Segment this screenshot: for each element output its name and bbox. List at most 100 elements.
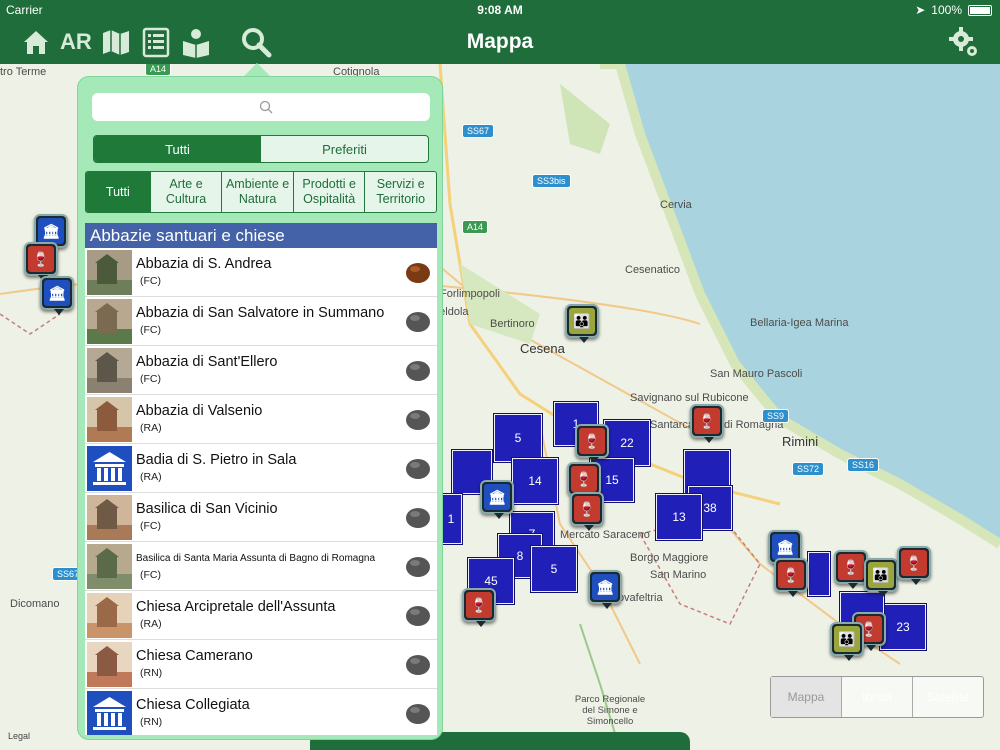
settings-gear-icon[interactable] bbox=[948, 26, 980, 58]
map-type-ibrida[interactable]: Ibrida bbox=[842, 677, 913, 717]
road-shield: SS3bis bbox=[532, 174, 571, 188]
favorite-chestnut-icon[interactable] bbox=[405, 603, 431, 627]
item-province: (FC) bbox=[140, 275, 161, 287]
list-item[interactable]: Chiesa Arcipretale dell'Assunta (RA) bbox=[85, 591, 437, 640]
item-name: Chiesa Collegiata bbox=[136, 697, 250, 713]
favorite-chestnut-icon[interactable] bbox=[405, 652, 431, 676]
filter-preferiti[interactable]: Preferiti bbox=[261, 136, 428, 162]
item-province: (FC) bbox=[140, 520, 161, 532]
map-cluster[interactable]: 5 bbox=[531, 546, 577, 592]
list-item[interactable]: Badia di S. Pietro in Sala (RA) bbox=[85, 444, 437, 493]
status-bar: Carrier 9:08 AM ➤ 100% bbox=[0, 0, 1000, 20]
map-cluster[interactable]: 5 bbox=[494, 414, 542, 462]
filter-tutti[interactable]: Tutti bbox=[94, 136, 261, 162]
road-shield: A14 bbox=[462, 220, 489, 234]
wine-icon: 🍷 bbox=[838, 554, 864, 580]
list-item[interactable]: Abbazia di Sant'Ellero (FC) bbox=[85, 346, 437, 395]
list-item[interactable]: Abbazia di S. Andrea (FC) bbox=[85, 248, 437, 297]
road-shield: SS16 bbox=[847, 458, 880, 472]
map-pin-products[interactable]: 🍷 bbox=[690, 404, 724, 443]
favorite-chestnut-icon[interactable] bbox=[405, 309, 431, 333]
map-place: Parco Regionale del Simone e Simoncello bbox=[574, 694, 646, 727]
thumbnail-image bbox=[87, 593, 132, 638]
list-item[interactable]: Basilica di San Vicinio (FC) bbox=[85, 493, 437, 542]
category-arte-cultura[interactable]: Arte e Cultura bbox=[151, 172, 223, 212]
battery-icon bbox=[968, 4, 992, 16]
map-pin-products[interactable]: 🍷 bbox=[570, 492, 604, 531]
list-item[interactable]: Abbazia di Valsenio (RA) bbox=[85, 395, 437, 444]
map-cluster[interactable] bbox=[808, 552, 830, 596]
item-province: (RA) bbox=[140, 618, 162, 630]
list-item[interactable]: Basilica di Santa Maria Assunta di Bagno… bbox=[85, 542, 437, 591]
map-pin-services[interactable]: 👪 bbox=[830, 622, 864, 661]
map-pin-culture[interactable]: 🏛 bbox=[480, 480, 514, 519]
page-title: Mappa bbox=[466, 30, 534, 53]
item-name: Abbazia di S. Andrea bbox=[136, 256, 272, 272]
road-shield: SS9 bbox=[762, 409, 790, 423]
favorite-chestnut-icon[interactable] bbox=[405, 554, 431, 578]
poi-list[interactable]: Abbazie santuari e chiese Abbazia di S. … bbox=[85, 223, 437, 735]
legal-link[interactable]: Legal bbox=[8, 731, 30, 741]
map-type-selector: Mappa Ibrida Satellite bbox=[770, 676, 984, 718]
favorite-chestnut-icon[interactable] bbox=[405, 260, 431, 284]
item-province: (FC) bbox=[140, 324, 161, 336]
section-header: Abbazie santuari e chiese bbox=[85, 223, 437, 248]
map-pin-products[interactable]: 🍷 bbox=[897, 546, 931, 585]
list-item[interactable]: Chiesa Collegiata (RN) bbox=[85, 689, 437, 735]
battery-percent: 100% bbox=[931, 3, 962, 17]
map-place: Bellaria-Igea Marina bbox=[750, 317, 849, 329]
map-pin-products[interactable]: 🍷 bbox=[575, 424, 609, 463]
map-type-mappa[interactable]: Mappa bbox=[771, 677, 842, 717]
map-pin-products[interactable]: 🍷 bbox=[834, 550, 868, 589]
family-icon: 👪 bbox=[834, 626, 860, 652]
favorite-chestnut-icon[interactable] bbox=[405, 407, 431, 431]
map-pin-services[interactable]: 👪 bbox=[864, 558, 898, 597]
map-place: tro Terme bbox=[0, 66, 47, 78]
item-name: Abbazia di Valsenio bbox=[136, 403, 263, 419]
map-pin-culture[interactable]: 🏛 bbox=[40, 276, 74, 315]
wine-icon: 🍷 bbox=[901, 550, 927, 576]
map-pin-products[interactable]: 🍷 bbox=[567, 462, 601, 501]
magnifier-icon bbox=[259, 100, 273, 114]
item-name: Chiesa Arcipretale dell'Assunta bbox=[136, 599, 336, 615]
nav-bar: AR Mappa bbox=[0, 20, 1000, 64]
map-pin-culture[interactable]: 🏛 bbox=[588, 570, 622, 609]
favorite-chestnut-icon[interactable] bbox=[405, 358, 431, 382]
map-cluster[interactable]: 1 bbox=[440, 494, 462, 544]
category-ambiente-natura[interactable]: Ambiente e Natura bbox=[222, 172, 294, 212]
category-tutti[interactable]: Tutti bbox=[86, 172, 151, 212]
favorite-chestnut-icon[interactable] bbox=[405, 701, 431, 725]
map-pin-products[interactable]: 🍷 bbox=[774, 558, 808, 597]
list-item[interactable]: Chiesa Camerano (RN) bbox=[85, 640, 437, 689]
category-prodotti-ospitalita[interactable]: Prodotti e Ospitalità bbox=[294, 172, 366, 212]
map-place: Cervia bbox=[660, 199, 692, 211]
map-pin-services[interactable]: 👪 bbox=[565, 304, 599, 343]
favorite-chestnut-icon[interactable] bbox=[405, 505, 431, 529]
map-place: Dicomano bbox=[10, 598, 60, 610]
wine-icon: 🍷 bbox=[579, 428, 605, 454]
museum-icon: 🏛 bbox=[772, 534, 798, 560]
item-name: Chiesa Camerano bbox=[136, 648, 253, 664]
map-place: Cesena bbox=[520, 341, 565, 356]
favorite-chestnut-icon[interactable] bbox=[405, 456, 431, 480]
item-province: (RN) bbox=[140, 716, 163, 728]
status-time: 9:08 AM bbox=[477, 3, 523, 17]
thumbnail-image bbox=[87, 642, 132, 687]
map-pin-products[interactable]: 🍷 bbox=[24, 242, 58, 281]
map-cluster[interactable]: 23 bbox=[880, 604, 926, 650]
item-province: (FC) bbox=[140, 373, 161, 385]
map-place: Mercato Saraceno bbox=[560, 529, 650, 541]
search-field[interactable] bbox=[92, 93, 430, 121]
item-province: (RN) bbox=[140, 667, 163, 679]
museum-icon bbox=[87, 446, 132, 491]
thumbnail-image bbox=[87, 397, 132, 442]
item-province: (RA) bbox=[140, 422, 162, 434]
wine-icon: 🍷 bbox=[694, 408, 720, 434]
map-cluster[interactable]: 13 bbox=[656, 494, 702, 540]
map-type-satellite[interactable]: Satellite bbox=[913, 677, 983, 717]
item-province: (FC) bbox=[140, 569, 161, 581]
category-servizi-territorio[interactable]: Servizi e Territorio bbox=[365, 172, 436, 212]
map-cluster[interactable]: 14 bbox=[512, 458, 558, 504]
list-item[interactable]: Abbazia di San Salvatore in Summano (FC) bbox=[85, 297, 437, 346]
map-pin-products[interactable]: 🍷 bbox=[462, 588, 496, 627]
